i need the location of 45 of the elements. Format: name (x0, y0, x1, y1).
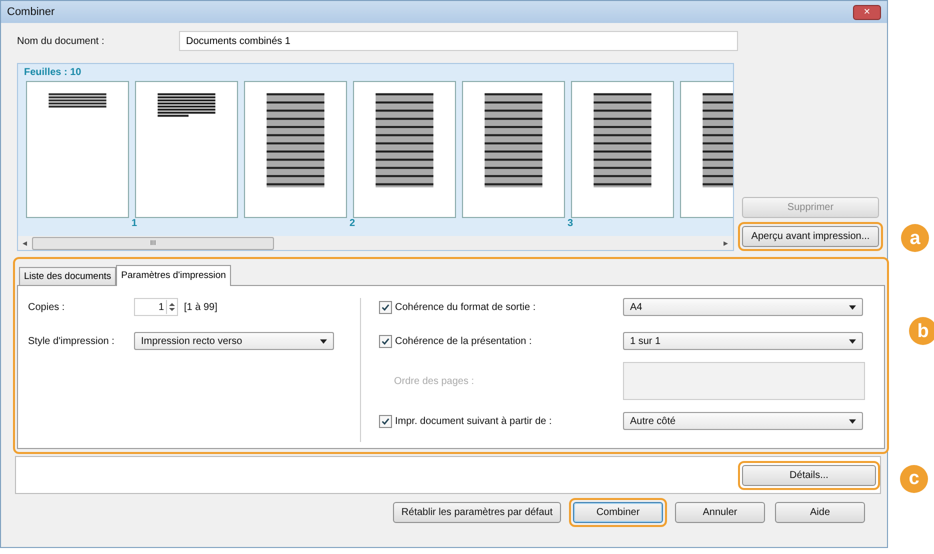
print-style-dropdown[interactable]: Impression recto verso (134, 332, 334, 350)
dropdown-arrow-icon (320, 338, 327, 344)
checkbox[interactable] (379, 414, 392, 428)
tab[interactable]: Liste des documents (19, 267, 116, 285)
field-label: Nom du document : (17, 36, 106, 46)
checkbox[interactable] (379, 334, 392, 348)
callout-marker: b (909, 317, 934, 345)
window-title: Combiner (7, 6, 55, 18)
page-thumbnail[interactable] (571, 81, 674, 218)
option-label: Cohérence de la présentation : (395, 336, 532, 346)
dropdown-arrow-icon (849, 338, 856, 344)
close-button[interactable]: × (853, 4, 881, 20)
page-number: 2 (349, 218, 355, 230)
page-thumbnail[interactable] (135, 81, 238, 218)
field-label: Style d'impression : (28, 336, 116, 346)
copies-spinbox[interactable]: 1 (134, 298, 178, 316)
option-label: Impr. document suivant à partir de : (395, 416, 552, 426)
callout-marker: c (900, 464, 928, 492)
page-number: 3 (567, 218, 573, 230)
page-thumbnail[interactable] (244, 81, 347, 218)
field-label: Copies : (28, 302, 66, 312)
dropdown-arrow-icon (849, 418, 856, 424)
page-thumbnail[interactable] (26, 81, 129, 218)
document-name-field[interactable]: Documents combinés 1 (179, 31, 738, 51)
tab[interactable]: Paramètres d'impression (116, 265, 231, 286)
page-thumbnail[interactable] (462, 81, 565, 218)
dropdown[interactable]: A4 (623, 298, 863, 316)
sheets-count: Feuilles : 10 (23, 66, 82, 80)
details-button[interactable]: Détails... (742, 464, 876, 486)
page-thumbnail[interactable] (353, 81, 456, 218)
dropdown-arrow-icon (849, 304, 856, 310)
dialog-button[interactable]: Combiner (573, 502, 663, 523)
dialog-button[interactable]: Rétablir les paramètres par défaut (393, 502, 561, 523)
dialog-button[interactable]: Aperçu avant impression... (742, 226, 879, 247)
spin-arrows-icon[interactable] (166, 300, 177, 314)
range-hint: [1 à 99] (184, 302, 218, 312)
callout-marker: a (901, 224, 929, 252)
checkbox[interactable] (379, 300, 392, 314)
dialog-button[interactable]: Aide (775, 502, 865, 523)
option-label: Ordre des pages : (394, 376, 474, 386)
dropdown[interactable]: 1 sur 1 (623, 332, 863, 350)
dialog-button[interactable]: Annuler (675, 502, 765, 523)
page-number: 1 (131, 218, 137, 230)
option-label: Cohérence du format de sortie : (395, 302, 536, 312)
dropdown[interactable]: Autre côté (623, 412, 863, 430)
